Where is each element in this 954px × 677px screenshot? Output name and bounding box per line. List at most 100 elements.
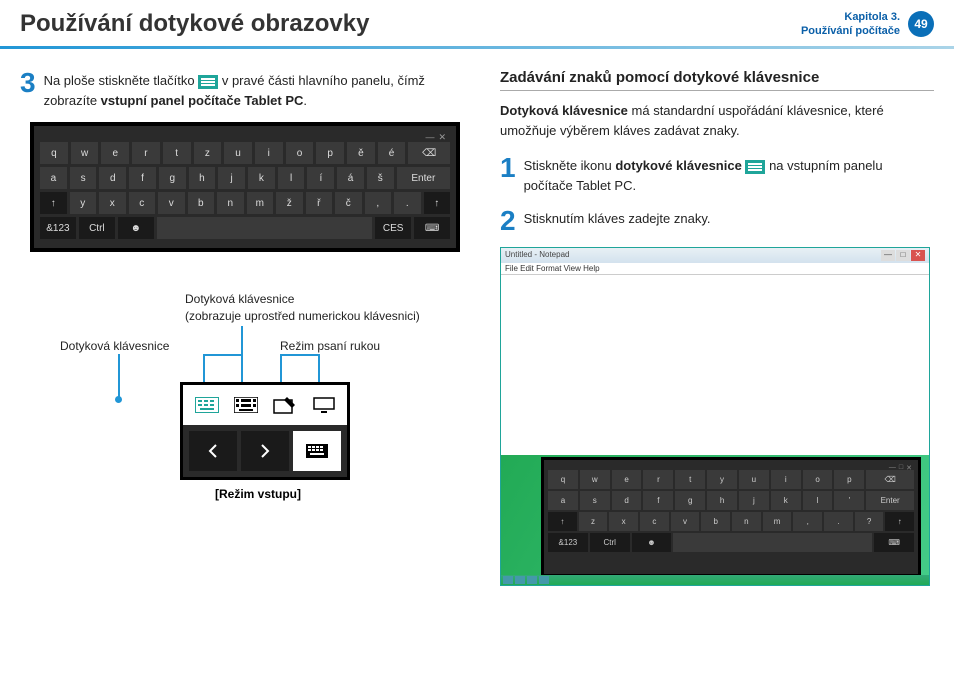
key[interactable]: w	[71, 142, 99, 164]
key[interactable]: p	[834, 470, 864, 489]
key[interactable]: f	[129, 167, 156, 189]
key[interactable]: c	[640, 512, 669, 531]
key[interactable]: o	[803, 470, 833, 489]
key[interactable]: Enter	[397, 167, 450, 189]
key[interactable]: l	[803, 491, 833, 510]
key[interactable]: .	[394, 192, 421, 214]
key[interactable]: e	[101, 142, 129, 164]
key[interactable]: ,	[793, 512, 822, 531]
key[interactable]: '	[834, 491, 864, 510]
key[interactable]: ↑	[885, 512, 914, 531]
key[interactable]: &123	[40, 217, 76, 239]
key[interactable]: f	[643, 491, 673, 510]
key[interactable]: q	[40, 142, 68, 164]
key[interactable]: r	[643, 470, 673, 489]
key[interactable]: j	[218, 167, 245, 189]
key[interactable]: z	[194, 142, 222, 164]
key[interactable]: ř	[306, 192, 333, 214]
key[interactable]: x	[99, 192, 126, 214]
key[interactable]: ⌨	[414, 217, 450, 239]
key[interactable]: u	[224, 142, 252, 164]
key[interactable]: s	[70, 167, 97, 189]
key[interactable]: k	[248, 167, 275, 189]
page-header: Používání dotykové obrazovky Kapitola 3.…	[0, 0, 954, 49]
key[interactable]: m	[247, 192, 274, 214]
key[interactable]: š	[367, 167, 394, 189]
key[interactable]: p	[316, 142, 344, 164]
key[interactable]: u	[739, 470, 769, 489]
key[interactable]: .	[824, 512, 853, 531]
dock-icon[interactable]	[310, 395, 338, 415]
key[interactable]: Ctrl	[79, 217, 115, 239]
right-column: Zadávání znaků pomocí dotykové klávesnic…	[500, 69, 934, 586]
key[interactable]: r	[132, 142, 160, 164]
key[interactable]: i	[255, 142, 283, 164]
maximize-icon[interactable]: □	[896, 250, 910, 261]
text: Na ploše stiskněte tlačítko	[44, 73, 199, 88]
prev-button[interactable]	[189, 431, 237, 471]
key[interactable]: x	[609, 512, 638, 531]
key[interactable]: ,	[365, 192, 392, 214]
key[interactable]: ě	[347, 142, 375, 164]
key[interactable]: h	[189, 167, 216, 189]
next-button[interactable]	[241, 431, 289, 471]
numeric-keyboard-icon[interactable]	[232, 395, 260, 415]
close-icon[interactable]: ✕	[911, 250, 925, 261]
key[interactable]: v	[671, 512, 700, 531]
key[interactable]: ☻	[632, 533, 672, 552]
key[interactable]: o	[286, 142, 314, 164]
key[interactable]: ⌨	[874, 533, 914, 552]
key[interactable]: t	[163, 142, 191, 164]
onscreen-keyboard: —✕ qwertzuiopěé⌫asdfghjklíášEnter↑yxcvbn…	[30, 122, 460, 252]
key[interactable]: č	[335, 192, 362, 214]
key[interactable]: CES	[375, 217, 411, 239]
key[interactable]: n	[217, 192, 244, 214]
key[interactable]: c	[129, 192, 156, 214]
key[interactable]: ☻	[118, 217, 154, 239]
key[interactable]: h	[707, 491, 737, 510]
key[interactable]: l	[278, 167, 305, 189]
key[interactable]: v	[158, 192, 185, 214]
key[interactable]: g	[675, 491, 705, 510]
key[interactable]: ↑	[424, 192, 451, 214]
key[interactable]: t	[675, 470, 705, 489]
key[interactable]: k	[771, 491, 801, 510]
key[interactable]: ↑	[548, 512, 577, 531]
key[interactable]: ?	[855, 512, 884, 531]
key[interactable]: &123	[548, 533, 588, 552]
key[interactable]: s	[580, 491, 610, 510]
key[interactable]: ž	[276, 192, 303, 214]
key[interactable]: a	[548, 491, 578, 510]
key[interactable]: í	[307, 167, 334, 189]
key[interactable]: y	[707, 470, 737, 489]
key[interactable]: b	[188, 192, 215, 214]
key[interactable]: á	[337, 167, 364, 189]
key[interactable]: i	[771, 470, 801, 489]
key[interactable]: z	[579, 512, 608, 531]
key[interactable]: ⌫	[408, 142, 450, 164]
key[interactable]	[157, 217, 372, 239]
keyboard-button[interactable]	[293, 431, 341, 471]
key[interactable]: é	[378, 142, 406, 164]
key[interactable]: q	[548, 470, 578, 489]
key[interactable]: b	[701, 512, 730, 531]
key[interactable]: e	[612, 470, 642, 489]
key[interactable]: d	[99, 167, 126, 189]
key[interactable]: m	[763, 512, 792, 531]
key[interactable]: d	[612, 491, 642, 510]
key[interactable]: ↑	[40, 192, 67, 214]
key[interactable]: Enter	[866, 491, 914, 510]
key[interactable]	[673, 533, 872, 552]
touch-keyboard-icon[interactable]	[193, 395, 221, 415]
key[interactable]: y	[70, 192, 97, 214]
key[interactable]: a	[40, 167, 67, 189]
key[interactable]: j	[739, 491, 769, 510]
minimize-icon[interactable]: —	[881, 250, 895, 261]
keyboard-icon	[745, 160, 765, 174]
key[interactable]: ⌫	[866, 470, 914, 489]
key[interactable]: g	[159, 167, 186, 189]
handwriting-icon[interactable]	[271, 395, 299, 415]
key[interactable]: Ctrl	[590, 533, 630, 552]
key[interactable]: w	[580, 470, 610, 489]
key[interactable]: n	[732, 512, 761, 531]
